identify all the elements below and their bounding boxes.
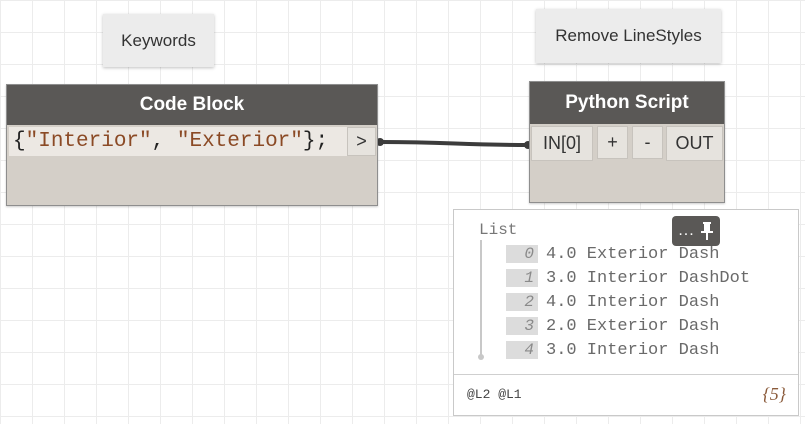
list-item[interactable]: 1 3.0 Interior DashDot bbox=[506, 267, 750, 289]
list-item[interactable]: 0 4.0 Exterior Dash bbox=[506, 243, 719, 265]
list-item[interactable]: 2 4.0 Interior Dash bbox=[506, 291, 719, 313]
input-port-label: IN[0] bbox=[542, 133, 581, 153]
more-label: ... bbox=[678, 222, 695, 239]
list-count: {5} bbox=[762, 384, 786, 404]
python-script-title: Python Script bbox=[565, 92, 689, 113]
list-item[interactable]: 4 3.0 Interior Dash bbox=[506, 339, 719, 361]
code-block-node[interactable]: Code Block {"Interior", "Exterior"}; > bbox=[6, 84, 378, 206]
list-item-value: 3.0 Interior DashDot bbox=[546, 268, 751, 288]
preview-footer: @L2 @L1 {5} bbox=[454, 374, 798, 415]
code-editor[interactable]: {"Interior", "Exterior"}; bbox=[9, 127, 347, 156]
list-levels: @L2 @L1 bbox=[467, 387, 522, 402]
list-item[interactable]: 3 2.0 Exterior Dash bbox=[506, 315, 719, 337]
python-script-node[interactable]: Python Script IN[0] + - OUT bbox=[529, 81, 725, 203]
list-item-index: 2 bbox=[506, 293, 538, 311]
minus-icon: - bbox=[644, 132, 651, 152]
list-item-value: 4.0 Interior Dash bbox=[546, 292, 720, 312]
python-script-header[interactable]: Python Script bbox=[530, 82, 724, 124]
code-string-exterior: "Exterior" bbox=[176, 130, 303, 153]
list-item-index: 3 bbox=[506, 317, 538, 335]
code-string-interior: "Interior" bbox=[25, 130, 152, 153]
list-tree-line bbox=[478, 240, 484, 360]
code-close-brace: }; bbox=[302, 130, 329, 153]
python-output-port-label: OUT bbox=[675, 133, 714, 153]
code-block-output-port[interactable]: > bbox=[347, 127, 376, 156]
python-output-port[interactable]: OUT bbox=[666, 126, 723, 161]
list-item-value: 3.0 Interior Dash bbox=[546, 340, 720, 360]
pin-preview-button[interactable]: ... bbox=[672, 216, 720, 246]
code-open-brace: { bbox=[13, 130, 26, 153]
code-block-title: Code Block bbox=[139, 94, 245, 115]
code-block-header[interactable]: Code Block bbox=[7, 85, 377, 125]
python-input-port[interactable]: IN[0] bbox=[531, 126, 593, 161]
watch-preview[interactable]: List 0 4.0 Exterior Dash 1 3.0 Interior … bbox=[453, 209, 799, 416]
list-item-index: 0 bbox=[506, 245, 538, 263]
list-item-index: 1 bbox=[506, 269, 538, 287]
code-separator: , bbox=[151, 130, 177, 153]
preview-list-label: List bbox=[479, 221, 518, 239]
list-item-value: 4.0 Exterior Dash bbox=[546, 244, 720, 264]
remove-input-button[interactable]: - bbox=[632, 126, 663, 159]
pin-icon bbox=[700, 222, 713, 240]
output-port-label: > bbox=[356, 131, 367, 151]
add-input-button[interactable]: + bbox=[597, 126, 628, 159]
plus-icon: + bbox=[607, 132, 618, 152]
list-item-index: 4 bbox=[506, 341, 538, 359]
list-item-value: 2.0 Exterior Dash bbox=[546, 316, 720, 336]
